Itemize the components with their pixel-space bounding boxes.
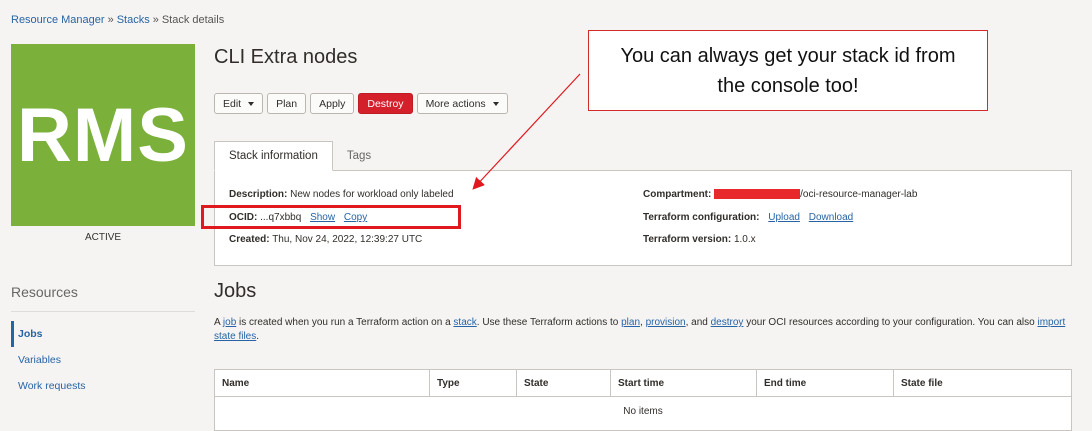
description-label: Description:	[229, 189, 288, 200]
breadcrumb-resource-manager[interactable]: Resource Manager	[11, 14, 105, 26]
column-header-end-time[interactable]: End time	[757, 370, 894, 396]
redaction-mark	[714, 189, 801, 200]
stack-logo-text: RMS	[17, 92, 189, 178]
ocid-copy-link[interactable]: Copy	[344, 212, 367, 223]
resources-item-jobs[interactable]: Jobs	[11, 321, 195, 347]
status-label: ACTIVE	[84, 232, 122, 243]
description-value: New nodes for workload only labeled	[290, 189, 454, 200]
stack-info-panel: Description: New nodes for workload only…	[214, 170, 1072, 266]
plan-button[interactable]: Plan	[267, 93, 307, 114]
upload-link[interactable]: Upload	[768, 212, 800, 223]
breadcrumb-separator: »	[152, 14, 159, 26]
edit-dropdown-button[interactable]: Edit	[214, 93, 264, 114]
more-actions-button[interactable]: More actions	[416, 93, 508, 114]
jobs-description: A job is created when you run a Terrafor…	[214, 316, 1080, 344]
column-header-start-time[interactable]: Start time	[611, 370, 757, 396]
terraform-version-label: Terraform version:	[643, 234, 732, 245]
ocid-show-link[interactable]: Show	[310, 212, 335, 223]
compartment-label: Compartment:	[643, 189, 712, 200]
created-value: Thu, Nov 24, 2022, 12:39:27 UTC	[272, 234, 423, 245]
more-actions-label: More actions	[425, 97, 486, 110]
chevron-down-icon	[492, 101, 499, 106]
column-header-state-file[interactable]: State file	[894, 370, 1071, 396]
column-header-type[interactable]: Type	[430, 370, 517, 396]
ocid-value: ...q7xbbq	[260, 212, 302, 223]
destroy-link[interactable]: destroy	[711, 317, 744, 328]
jobs-table-header: Name Type State Start time End time Stat…	[215, 370, 1071, 397]
jobs-table: Name Type State Start time End time Stat…	[214, 369, 1072, 431]
chevron-down-icon	[248, 101, 255, 106]
tab-stack-information[interactable]: Stack information	[214, 141, 333, 171]
job-link[interactable]: job	[223, 317, 236, 328]
breadcrumb-stacks[interactable]: Stacks	[117, 14, 150, 26]
resources-divider	[11, 311, 195, 312]
breadcrumb-separator: »	[107, 14, 114, 26]
download-link[interactable]: Download	[809, 212, 853, 223]
terraform-config-label: Terraform configuration:	[643, 212, 760, 223]
apply-button[interactable]: Apply	[310, 93, 355, 114]
resources-nav: Jobs Variables Work requests	[11, 321, 195, 399]
jobs-desc-text: . Use these Terraform actions to	[476, 317, 622, 328]
jobs-desc-text: your OCI resources according to your con…	[743, 317, 1038, 328]
breadcrumb: Resource Manager» Stacks» Stack details	[11, 14, 224, 26]
destroy-button[interactable]: Destroy	[358, 93, 413, 114]
jobs-empty-message: No items	[623, 406, 663, 417]
column-header-name[interactable]: Name	[215, 370, 430, 396]
page-title: CLI Extra nodes	[214, 46, 358, 68]
column-header-state[interactable]: State	[517, 370, 611, 396]
stack-link[interactable]: stack	[453, 317, 476, 328]
edit-label: Edit	[223, 97, 242, 110]
resources-title: Resources	[11, 284, 78, 300]
plan-link[interactable]: plan	[621, 317, 640, 328]
jobs-title: Jobs	[214, 280, 257, 302]
tab-tags[interactable]: Tags	[333, 141, 385, 171]
toolbar: Edit Plan Apply Destroy More actions	[214, 93, 508, 114]
compartment-value: /oci-resource-manager-lab	[800, 189, 918, 200]
stack-logo: RMS	[11, 44, 195, 226]
annotation-callout: You can always get your stack id from th…	[588, 30, 988, 111]
jobs-desc-text: A	[214, 317, 223, 328]
description-row: Description: New nodes for workload only…	[229, 189, 454, 200]
breadcrumb-current: Stack details	[161, 14, 225, 26]
resources-item-work-requests[interactable]: Work requests	[11, 373, 195, 399]
provision-link[interactable]: provision	[646, 317, 686, 328]
jobs-desc-text: .	[256, 331, 260, 342]
callout-text: You can always get your stack id from th…	[620, 44, 956, 97]
jobs-desc-text: , and	[685, 317, 711, 328]
terraform-version-value: 1.0.x	[733, 234, 756, 245]
created-row: Created: Thu, Nov 24, 2022, 12:39:27 UTC	[229, 234, 422, 245]
terraform-config-row: Terraform configuration: Upload Download	[643, 212, 853, 223]
jobs-desc-text: is created when you run a Terraform acti…	[236, 317, 454, 328]
terraform-version-row: Terraform version: 1.0.x	[643, 234, 756, 245]
ocid-row: OCID: ...q7xbbq Show Copy	[229, 212, 367, 223]
compartment-row: Compartment: /oci-resource-manager-lab	[643, 189, 917, 200]
created-label: Created:	[229, 234, 270, 245]
ocid-label: OCID:	[229, 212, 258, 223]
tab-bar: Stack information Tags	[214, 141, 385, 171]
resources-item-variables[interactable]: Variables	[11, 347, 195, 373]
